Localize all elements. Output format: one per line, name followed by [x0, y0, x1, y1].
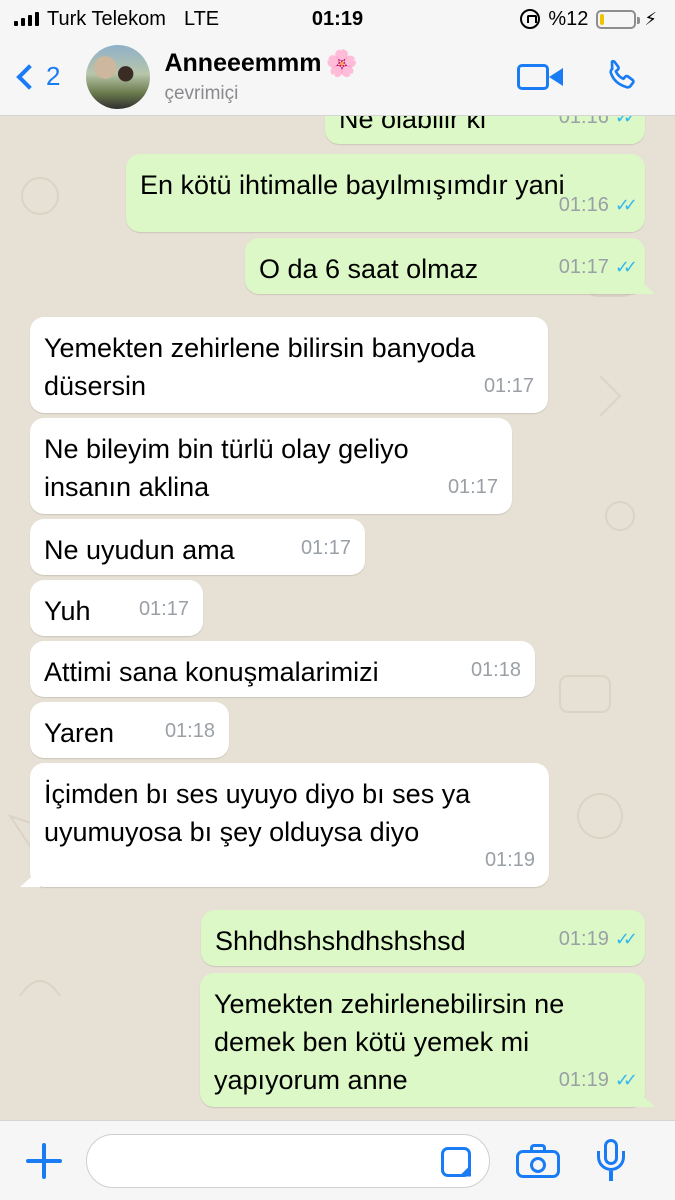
flower-emoji: 🌸: [325, 48, 358, 78]
message-input[interactable]: [86, 1133, 490, 1188]
message-meta: 01:19: [485, 841, 535, 879]
microphone-icon[interactable]: [596, 1138, 626, 1183]
message-time: 01:18: [164, 720, 215, 742]
message-meta: 01:17: [301, 529, 351, 567]
carrier-name: Turk Telekom: [47, 7, 166, 30]
message-meta: 01:17: [139, 590, 189, 628]
outgoing-message[interactable]: Shhdhshshdhshshsd 01:19 ✓✓: [201, 910, 645, 966]
incoming-message[interactable]: Attimi sana konuşmalarimizi 01:18: [30, 641, 535, 697]
signal-strength-icon: [14, 12, 39, 26]
battery-nub: [637, 16, 641, 24]
read-receipt-icon: ✓✓: [614, 929, 638, 949]
read-receipt-icon: ✓✓: [614, 1070, 638, 1090]
read-receipt-icon: ✓✓: [614, 257, 638, 277]
back-button[interactable]: 2: [14, 61, 60, 92]
input-bar: [0, 1120, 675, 1200]
back-count: 2: [46, 61, 61, 91]
message-time: 01:17: [447, 476, 498, 498]
incoming-message[interactable]: Ne bileyim bin türlü olay geliyo insanın…: [30, 418, 512, 514]
message-meta: 01:19 ✓✓: [558, 920, 638, 958]
camera-icon[interactable]: [516, 1143, 560, 1178]
message-time: 01:17: [138, 598, 189, 620]
chat-area[interactable]: Ne olabilir ki 01:16 ✓✓ En kötü ihtimalle b…: [0, 116, 675, 1120]
orientation-lock-icon: [520, 9, 541, 29]
contact-avatar[interactable]: [86, 44, 151, 109]
outgoing-message[interactable]: O da 6 saat olmaz 01:17 ✓✓: [245, 238, 645, 294]
message-text: Yemekten zehirlene bilirsin banyoda düse…: [44, 333, 476, 401]
message-meta: 01:19 ✓✓: [558, 1061, 638, 1099]
incoming-message[interactable]: İçimden bı ses uyuyo diyo bı ses ya uyum…: [30, 763, 549, 887]
battery-percent: %12: [548, 7, 589, 30]
charging-icon: ⚡: [644, 8, 657, 29]
contact-name: Anneeemmm 🌸: [164, 48, 357, 79]
contact-info[interactable]: Anneeemmm 🌸 çevrimiçi: [164, 48, 357, 105]
message-time: 01:19: [484, 849, 535, 871]
phone-icon[interactable]: [601, 57, 641, 97]
plus-icon[interactable]: [24, 1141, 64, 1181]
network-type: LTE: [183, 7, 220, 30]
incoming-message[interactable]: Yemekten zehirlene bilirsin banyoda düse…: [30, 317, 548, 413]
message-meta: 01:17: [484, 367, 534, 405]
status-bar: Turk Telekom LTE 01:19 %12 ⚡: [0, 0, 675, 38]
header-actions: [517, 57, 641, 97]
message-text: İçimden bı ses uyuyo diyo bı ses ya uyum…: [44, 779, 471, 847]
contact-status: çevrimiçi: [164, 83, 239, 104]
message-meta: 01:18: [471, 651, 521, 689]
status-left: Turk Telekom LTE: [14, 8, 219, 31]
message-time: 01:16: [558, 194, 609, 216]
message-meta: 01:18: [165, 712, 215, 750]
read-receipt-icon: ✓✓: [614, 116, 638, 127]
battery-fill: [600, 13, 605, 25]
message-time: 01:17: [483, 375, 534, 397]
video-call-icon[interactable]: [517, 62, 563, 92]
status-right: %12 ⚡: [520, 8, 657, 31]
message-time: 01:18: [470, 659, 521, 681]
message-time: 01:17: [300, 537, 351, 559]
incoming-message[interactable]: Yuh 01:17: [30, 580, 203, 636]
message-meta: 01:17 ✓✓: [558, 248, 638, 286]
message-time: 01:19: [558, 928, 609, 950]
battery-icon: [596, 9, 641, 29]
contact-name-text: Anneeemmm: [164, 49, 322, 77]
message-text: Attimi sana konuşmalarimizi: [44, 657, 379, 687]
message-meta: 01:17: [448, 468, 498, 506]
message-text: En kötü ihtimalle bayılmışımdır yani: [140, 170, 565, 200]
message-time: 01:19: [558, 1069, 609, 1091]
sticker-icon[interactable]: [441, 1146, 471, 1177]
read-receipt-icon: ✓✓: [614, 195, 638, 215]
message-meta: 01:16 ✓✓: [558, 116, 638, 136]
message-time: 01:17: [558, 256, 609, 278]
outgoing-message[interactable]: Ne olabilir ki 01:16 ✓✓: [325, 116, 645, 144]
message-text: Ne bileyim bin türlü olay geliyo insanın…: [44, 434, 409, 502]
outgoing-message[interactable]: En kötü ihtimalle bayılmışımdır yani 01:1…: [126, 154, 645, 232]
message-time: 01:16: [558, 116, 609, 128]
chat-header: 2 Anneeemmm 🌸 çevrimiçi: [0, 38, 675, 116]
incoming-message[interactable]: Ne uyudun ama 01:17: [30, 519, 365, 575]
message-meta: 01:16 ✓✓: [558, 186, 638, 224]
outgoing-message[interactable]: Yemekten zehirlenebilirsin ne demek ben …: [200, 973, 645, 1107]
incoming-message[interactable]: Yaren 01:18: [30, 702, 229, 758]
back-chevron-icon: [16, 63, 42, 90]
